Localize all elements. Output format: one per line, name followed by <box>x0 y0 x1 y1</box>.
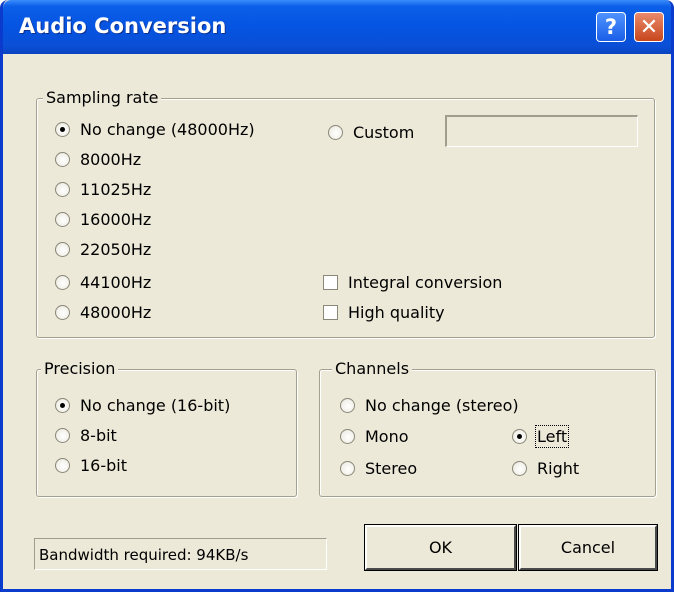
channels-left-radio[interactable] <box>512 429 527 444</box>
sampling-rate-legend: Sampling rate <box>43 88 162 107</box>
bandwidth-status: Bandwidth required: 94KB/s <box>34 538 327 570</box>
rate-custom-radio[interactable] <box>328 125 343 140</box>
custom-rate-input[interactable] <box>445 115 638 147</box>
rate-22050-option[interactable]: 22050Hz <box>55 240 151 259</box>
precision-no-change-radio[interactable] <box>55 398 70 413</box>
audio-conversion-dialog: Audio Conversion ? ✕ Sampling rate No ch… <box>0 0 674 592</box>
integral-conversion-label: Integral conversion <box>348 273 503 292</box>
question-mark-icon: ? <box>604 15 618 39</box>
high-quality-option[interactable]: High quality <box>323 303 445 322</box>
precision-8bit-label: 8-bit <box>80 426 117 445</box>
rate-48000-option[interactable]: 48000Hz <box>55 303 151 322</box>
rate-no-change-option[interactable]: No change (48000Hz) <box>55 120 255 139</box>
dialog-title: Audio Conversion <box>19 14 227 38</box>
precision-no-change-label: No change (16-bit) <box>80 396 231 415</box>
channels-right-radio[interactable] <box>512 461 527 476</box>
precision-16bit-option[interactable]: 16-bit <box>55 456 127 475</box>
precision-16bit-label: 16-bit <box>80 456 128 475</box>
rate-44100-label: 44100Hz <box>80 273 152 292</box>
rate-48000-label: 48000Hz <box>80 303 152 322</box>
rate-11025-option[interactable]: 11025Hz <box>55 180 151 199</box>
channels-mono-option[interactable]: Mono <box>340 427 409 446</box>
channels-no-change-option[interactable]: No change (stereo) <box>340 396 519 415</box>
ok-button[interactable]: OK <box>364 524 517 571</box>
rate-no-change-radio[interactable] <box>55 122 70 137</box>
precision-no-change-option[interactable]: No change (16-bit) <box>55 396 230 415</box>
title-bar[interactable]: Audio Conversion ? ✕ <box>3 0 671 54</box>
precision-8bit-radio[interactable] <box>55 428 70 443</box>
channels-right-label: Right <box>537 459 580 478</box>
precision-16bit-radio[interactable] <box>55 458 70 473</box>
rate-custom-option[interactable]: Custom <box>328 123 414 142</box>
help-button[interactable]: ? <box>596 12 626 42</box>
high-quality-checkbox[interactable] <box>323 305 338 320</box>
precision-legend: Precision <box>41 359 119 378</box>
channels-no-change-radio[interactable] <box>340 398 355 413</box>
integral-conversion-option[interactable]: Integral conversion <box>323 273 502 292</box>
channels-stereo-radio[interactable] <box>340 461 355 476</box>
rate-8000-radio[interactable] <box>55 152 70 167</box>
rate-no-change-label: No change (48000Hz) <box>80 120 255 139</box>
channels-no-change-label: No change (stereo) <box>365 396 519 415</box>
rate-48000-radio[interactable] <box>55 305 70 320</box>
rate-22050-radio[interactable] <box>55 242 70 257</box>
channels-stereo-option[interactable]: Stereo <box>340 459 417 478</box>
rate-11025-radio[interactable] <box>55 182 70 197</box>
rate-16000-label: 16000Hz <box>80 210 152 229</box>
rate-8000-label: 8000Hz <box>80 150 142 169</box>
cancel-button[interactable]: Cancel <box>518 524 658 571</box>
channels-right-option[interactable]: Right <box>512 459 579 478</box>
high-quality-label: High quality <box>348 303 445 322</box>
channels-left-option[interactable]: Left <box>512 425 570 448</box>
channels-legend: Channels <box>332 359 413 378</box>
rate-44100-option[interactable]: 44100Hz <box>55 273 151 292</box>
channels-mono-radio[interactable] <box>340 429 355 444</box>
integral-conversion-checkbox[interactable] <box>323 275 338 290</box>
precision-8bit-option[interactable]: 8-bit <box>55 426 117 445</box>
close-icon: ✕ <box>639 14 659 40</box>
channels-left-label: Left <box>534 425 570 448</box>
channels-mono-label: Mono <box>365 427 409 446</box>
rate-8000-option[interactable]: 8000Hz <box>55 150 141 169</box>
rate-44100-radio[interactable] <box>55 275 70 290</box>
close-button[interactable]: ✕ <box>634 12 664 42</box>
rate-custom-label: Custom <box>353 123 415 142</box>
rate-22050-label: 22050Hz <box>80 240 152 259</box>
rate-11025-label: 11025Hz <box>80 180 152 199</box>
rate-16000-option[interactable]: 16000Hz <box>55 210 151 229</box>
channels-stereo-label: Stereo <box>365 459 418 478</box>
rate-16000-radio[interactable] <box>55 212 70 227</box>
